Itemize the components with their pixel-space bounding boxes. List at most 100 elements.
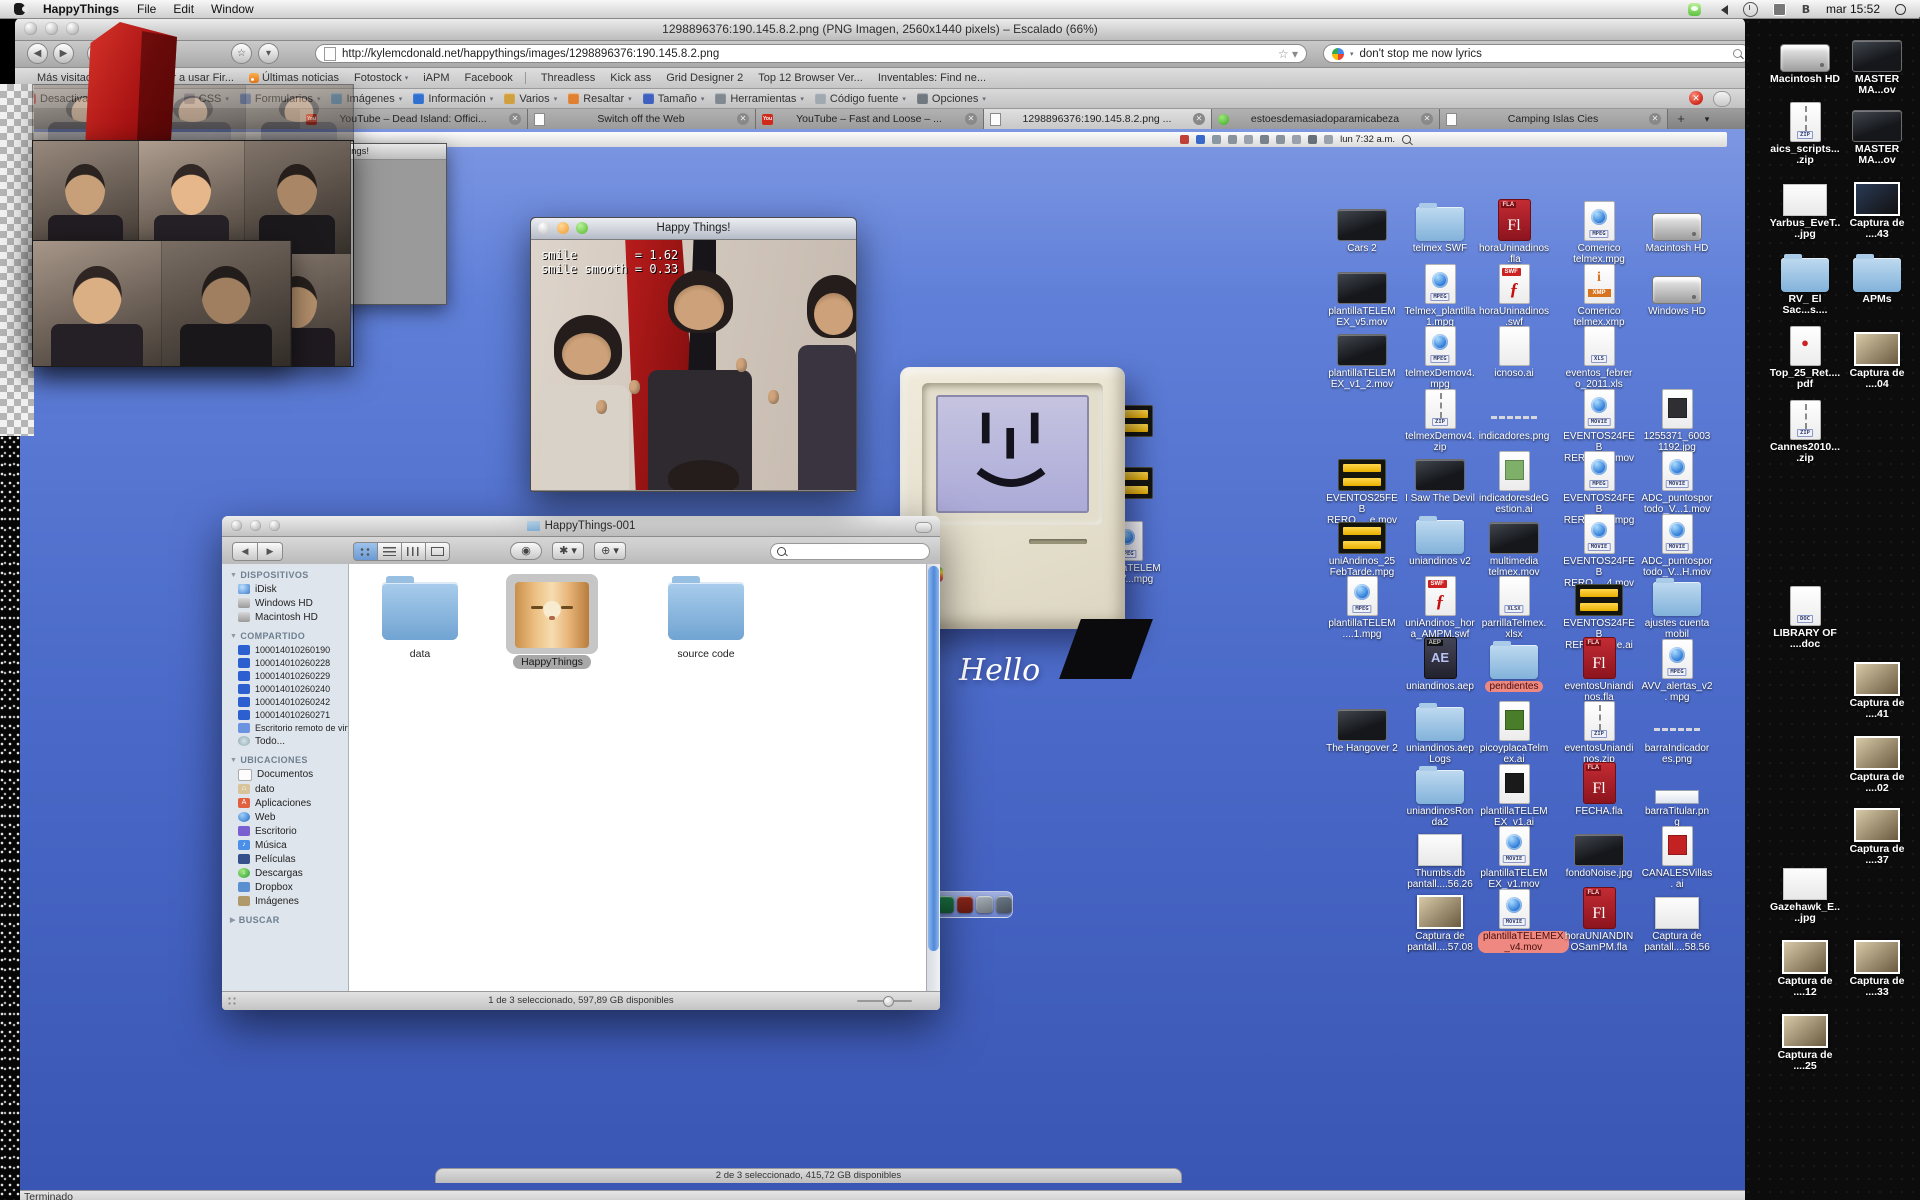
- desktop-icon[interactable]: MPEG plantillaTELEM ....1.mpg: [1326, 572, 1398, 640]
- desktop-icon[interactable]: uniandinos v2: [1404, 510, 1476, 567]
- happy-close-button[interactable]: [538, 222, 550, 234]
- desktop-icon[interactable]: ajustes cuenta mobil: [1641, 572, 1713, 640]
- sidebar-item-aplicaciones[interactable]: A Aplicaciones: [222, 796, 348, 810]
- desktop-icon[interactable]: Captura de ....41: [1841, 652, 1913, 720]
- sidebar-item-dato[interactable]: ⌂ dato: [222, 782, 348, 796]
- desktop-icon[interactable]: DOC LIBRARY OF ....doc: [1769, 582, 1841, 650]
- dock-icon[interactable]: [976, 896, 993, 913]
- url-text[interactable]: http://kylemcdonald.net/happythings/imag…: [342, 48, 1272, 60]
- desktop-icon[interactable]: FLA Fl horaUninadinos.fla: [1478, 197, 1550, 265]
- bookmark-item[interactable]: Últimas noticias: [248, 72, 339, 84]
- folder-proxy-icon[interactable]: [526, 521, 540, 531]
- desktop-icon[interactable]: Captura de pantall....58.56: [1641, 885, 1713, 953]
- ichat-icon[interactable]: [1687, 2, 1701, 16]
- bluetooth-icon[interactable]: B: [1801, 3, 1811, 16]
- desktop-icon[interactable]: uniandinos.aep Logs: [1404, 697, 1476, 765]
- history-button[interactable]: ▾: [258, 43, 279, 64]
- sidebar-item-escritorio[interactable]: Escritorio: [222, 824, 348, 838]
- desktop-icon[interactable]: MASTER MA...ov: [1841, 28, 1913, 96]
- search-text[interactable]: don't stop me now lyrics: [1360, 48, 1727, 60]
- finder-close-button[interactable]: [231, 520, 242, 531]
- sidebar-item-documentos[interactable]: Documentos: [222, 767, 348, 782]
- desktop-icon[interactable]: MASTER MA...ov: [1841, 98, 1913, 166]
- desktop-icon[interactable]: Captura de ....33: [1841, 930, 1913, 998]
- sidebar-item-idisk[interactable]: iDisk: [222, 582, 348, 596]
- sidebar-item-todo-[interactable]: Todo...: [222, 734, 348, 748]
- bookmark-item[interactable]: Inventables: Find ne...: [878, 72, 986, 84]
- desktop-icon[interactable]: indicadoresdeG estion.ai: [1478, 447, 1550, 515]
- sidebar-item-pel-culas[interactable]: Películas: [222, 852, 348, 866]
- sidebar-item-100014010260271[interactable]: 100014010260271: [222, 708, 348, 721]
- desktop-icon[interactable]: pendientes: [1478, 635, 1550, 692]
- sidebar-item-windows-hd[interactable]: Windows HD: [222, 596, 348, 610]
- sidebar-section-header[interactable]: ▼ UBICACIONES: [222, 755, 348, 765]
- desktop-icon[interactable]: XLS eventos_febrero_2011.xls: [1563, 322, 1635, 390]
- sidebar-item-descargas[interactable]: ↓ Descargas: [222, 866, 348, 880]
- time-machine-icon[interactable]: [1742, 1, 1758, 17]
- desktop-icon[interactable]: FLA Fl eventosUniandi nos.fla: [1563, 635, 1635, 703]
- desktop-icon[interactable]: 1255371_6003 1192.jpg: [1641, 385, 1713, 453]
- sidebar-section-header[interactable]: ▶ BUSCAR: [222, 915, 348, 925]
- desktop-icon[interactable]: APMs: [1841, 248, 1913, 305]
- desktop-icon[interactable]: Captura de ....04: [1841, 322, 1913, 390]
- google-icon[interactable]: [1332, 47, 1344, 60]
- devbar-item[interactable]: Información ▾: [413, 93, 493, 105]
- bookmark-item[interactable]: Grid Designer 2: [666, 72, 743, 84]
- devbar-item[interactable]: Tamaño ▾: [642, 93, 704, 105]
- desktop-icon[interactable]: Yarbus_EveT....jpg: [1769, 172, 1841, 240]
- sidebar-item-dropbox[interactable]: Dropbox: [222, 880, 348, 894]
- bookmark-item[interactable]: Facebook: [465, 72, 526, 84]
- finder-back-button[interactable]: ◀: [232, 541, 258, 561]
- desktop-icon[interactable]: ZIP Cannes2010....zip: [1769, 396, 1841, 464]
- desktop-icon[interactable]: MPEG Telmex_plantilla1.mpg: [1404, 260, 1476, 328]
- icon-view-button[interactable]: [353, 541, 378, 561]
- sidebar-item-100014010260240[interactable]: 100014010260240: [222, 682, 348, 695]
- bookmark-item[interactable]: iAPM: [423, 72, 449, 84]
- bookmark-item[interactable]: Fotostock ▾: [354, 72, 408, 84]
- happy-zoom-button[interactable]: [576, 222, 588, 234]
- sidebar-item-100014010260242[interactable]: 100014010260242: [222, 695, 348, 708]
- app-menu-title[interactable]: HappyThings: [43, 2, 119, 16]
- apple-menu-icon[interactable]: [14, 3, 28, 15]
- bookmark-item[interactable]: Top 12 Browser Ver...: [758, 72, 863, 84]
- desktop-icon[interactable]: telmex SWF: [1404, 197, 1476, 254]
- desktop-icon[interactable]: plantillaTELEM EX_v1.ai: [1478, 760, 1550, 828]
- desktop-icon[interactable]: SWF ƒ horaUninadinos.swf: [1478, 260, 1550, 328]
- icon-size-slider[interactable]: [857, 996, 912, 1007]
- tab-close-icon[interactable]: ✕: [737, 113, 749, 125]
- desktop-icon[interactable]: ZIP eventosUniandi nos.zip: [1563, 697, 1635, 765]
- desktop-icon[interactable]: Captura de ....37: [1841, 798, 1913, 866]
- sidebar-item-macintosh-hd[interactable]: Macintosh HD: [222, 610, 348, 624]
- google-search-field[interactable]: ▾ don't stop me now lyrics: [1323, 44, 1751, 63]
- finder-minimize-button[interactable]: [250, 520, 261, 531]
- devbar-item[interactable]: Código fuente ▾: [814, 93, 906, 105]
- desktop-icon[interactable]: Macintosh HD: [1769, 28, 1841, 85]
- sidebar-section-header[interactable]: ▼ COMPARTIDO: [222, 631, 348, 641]
- finder-title-bar[interactable]: HappyThings-001: [222, 516, 940, 537]
- devbar-collapse-button[interactable]: [1713, 91, 1731, 107]
- tab-close-icon[interactable]: ✕: [1421, 113, 1433, 125]
- browser-tab[interactable]: Switch off the Web ✕: [528, 109, 756, 129]
- url-bar[interactable]: http://kylemcdonald.net/happythings/imag…: [315, 44, 1307, 63]
- desktop-icon[interactable]: barraTitular.pn g: [1641, 760, 1713, 828]
- desktop-icon[interactable]: The Hangover 2: [1326, 697, 1398, 754]
- item-arrange-button[interactable]: ⊕ ▾: [594, 542, 626, 560]
- menu-edit[interactable]: Edit: [173, 2, 194, 16]
- browser-tab[interactable]: Camping Islas Cies ✕: [1440, 109, 1668, 129]
- coverflow-view-button[interactable]: [426, 541, 450, 561]
- tab-close-icon[interactable]: ✕: [965, 113, 977, 125]
- bookmark-item[interactable]: Kick ass: [610, 72, 651, 84]
- finder-file-HappyThings[interactable]: HappyThings: [497, 574, 607, 669]
- browser-tab[interactable]: estoesdemasiadoparamicabeza ✕: [1212, 109, 1440, 129]
- desktop-icon[interactable]: Thumbs.db pantall....56.26: [1404, 822, 1476, 890]
- desktop-icon[interactable]: I Saw The Devil: [1404, 447, 1476, 504]
- desktop-icon[interactable]: ZIP telmexDemov4.zip: [1404, 385, 1476, 453]
- action-menu-button[interactable]: ✱ ▾: [552, 542, 584, 560]
- sidebar-item-100014010260228[interactable]: 100014010260228: [222, 656, 348, 669]
- desktop-icon[interactable]: icnoso.ai: [1478, 322, 1550, 379]
- desktop-icon[interactable]: Captura de ....02: [1841, 726, 1913, 794]
- tab-list-button[interactable]: ▾: [1694, 109, 1720, 129]
- back-button[interactable]: ◀: [27, 43, 48, 64]
- dock-icon[interactable]: [957, 896, 974, 913]
- sidebar-item-100014010260190[interactable]: 100014010260190: [222, 643, 348, 656]
